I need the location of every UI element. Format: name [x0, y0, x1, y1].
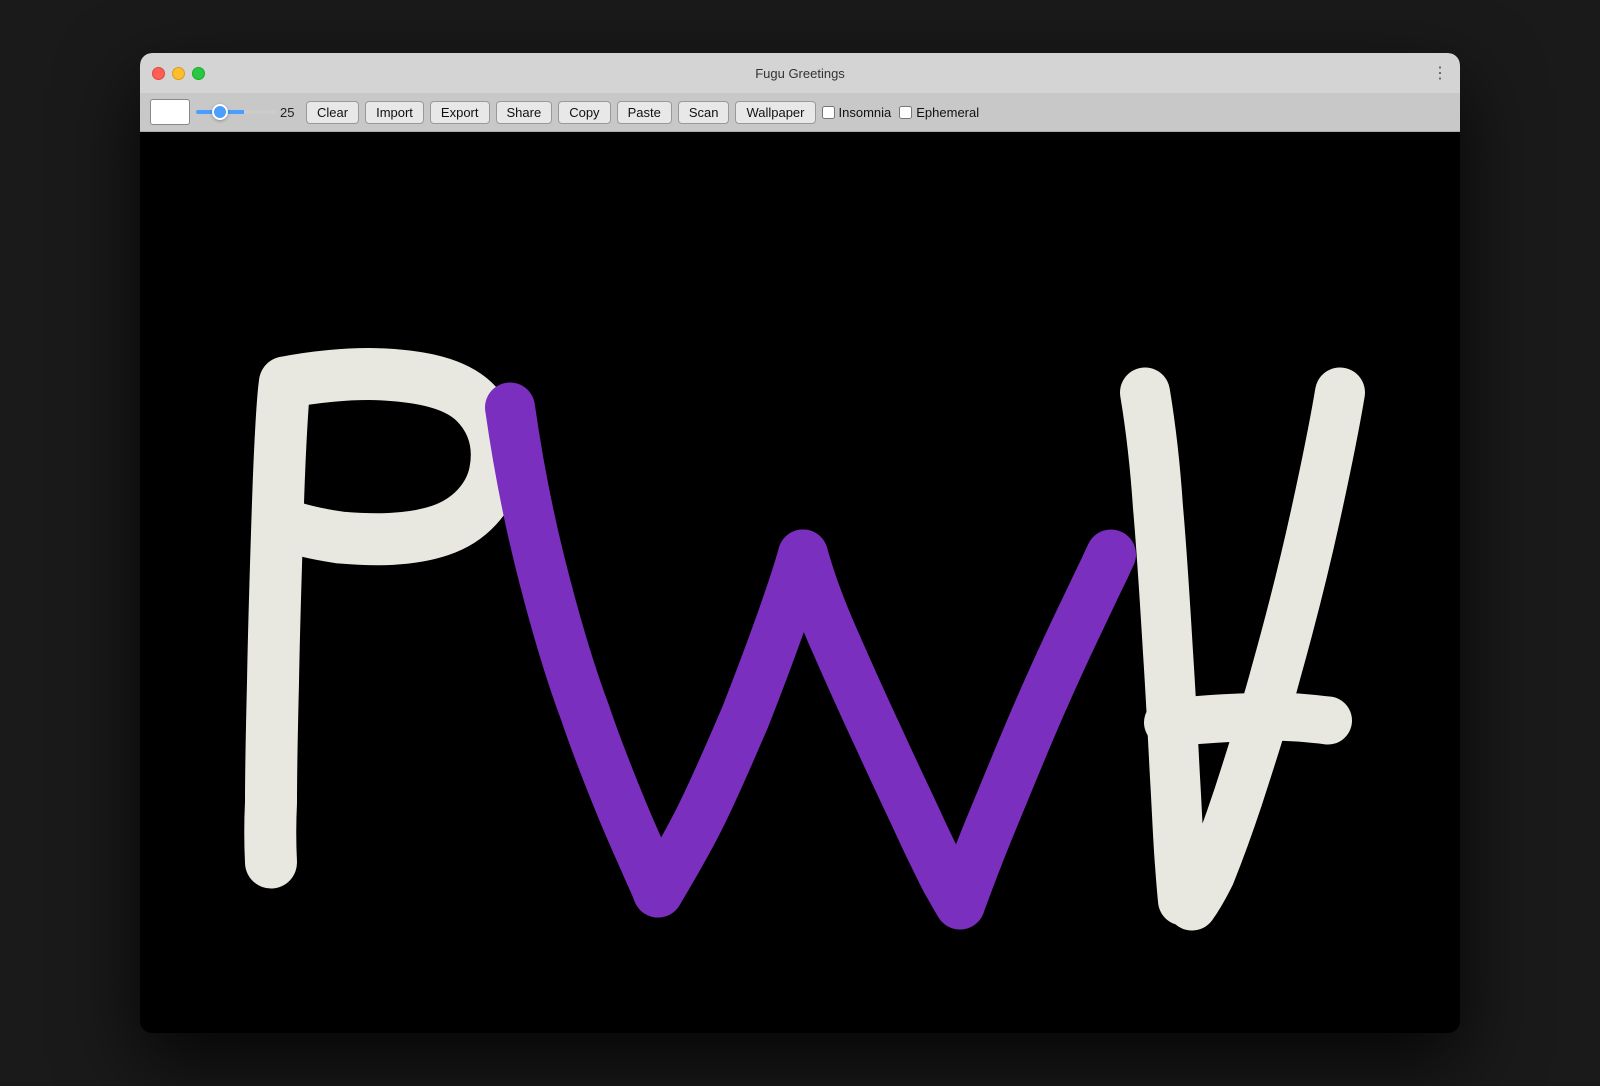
wallpaper-button[interactable]: Wallpaper	[735, 101, 815, 124]
scan-button[interactable]: Scan	[678, 101, 730, 124]
export-button[interactable]: Export	[430, 101, 490, 124]
insomnia-text: Insomnia	[839, 105, 892, 120]
window-title: Fugu Greetings	[755, 66, 845, 81]
menu-icon[interactable]: ⋮	[1432, 63, 1448, 83]
letter-w	[510, 408, 1111, 905]
insomnia-checkbox[interactable]	[822, 106, 835, 119]
traffic-lights	[152, 67, 205, 80]
ephemeral-label[interactable]: Ephemeral	[899, 105, 979, 120]
letter-a	[1145, 393, 1340, 906]
ephemeral-checkbox[interactable]	[899, 106, 912, 119]
insomnia-label[interactable]: Insomnia	[822, 105, 892, 120]
paste-button[interactable]: Paste	[617, 101, 672, 124]
toolbar: 25 Clear Import Export Share Copy Paste …	[140, 93, 1460, 132]
import-button[interactable]: Import	[365, 101, 424, 124]
share-button[interactable]: Share	[496, 101, 553, 124]
brush-size-slider[interactable]	[196, 110, 276, 114]
titlebar: Fugu Greetings ⋮	[140, 53, 1460, 93]
clear-button[interactable]: Clear	[306, 101, 359, 124]
maximize-button[interactable]	[192, 67, 205, 80]
pwa-svg-drawing[interactable]	[140, 132, 1460, 1033]
options-group: Insomnia Ephemeral	[822, 105, 984, 120]
brush-size-container: 25	[196, 105, 300, 120]
letter-p	[270, 374, 497, 862]
close-button[interactable]	[152, 67, 165, 80]
canvas-area[interactable]	[140, 132, 1460, 1033]
brush-size-value: 25	[280, 105, 300, 120]
minimize-button[interactable]	[172, 67, 185, 80]
app-window: Fugu Greetings ⋮ 25 Clear Import Export …	[140, 53, 1460, 1033]
copy-button[interactable]: Copy	[558, 101, 610, 124]
color-swatch[interactable]	[150, 99, 190, 125]
ephemeral-text: Ephemeral	[916, 105, 979, 120]
